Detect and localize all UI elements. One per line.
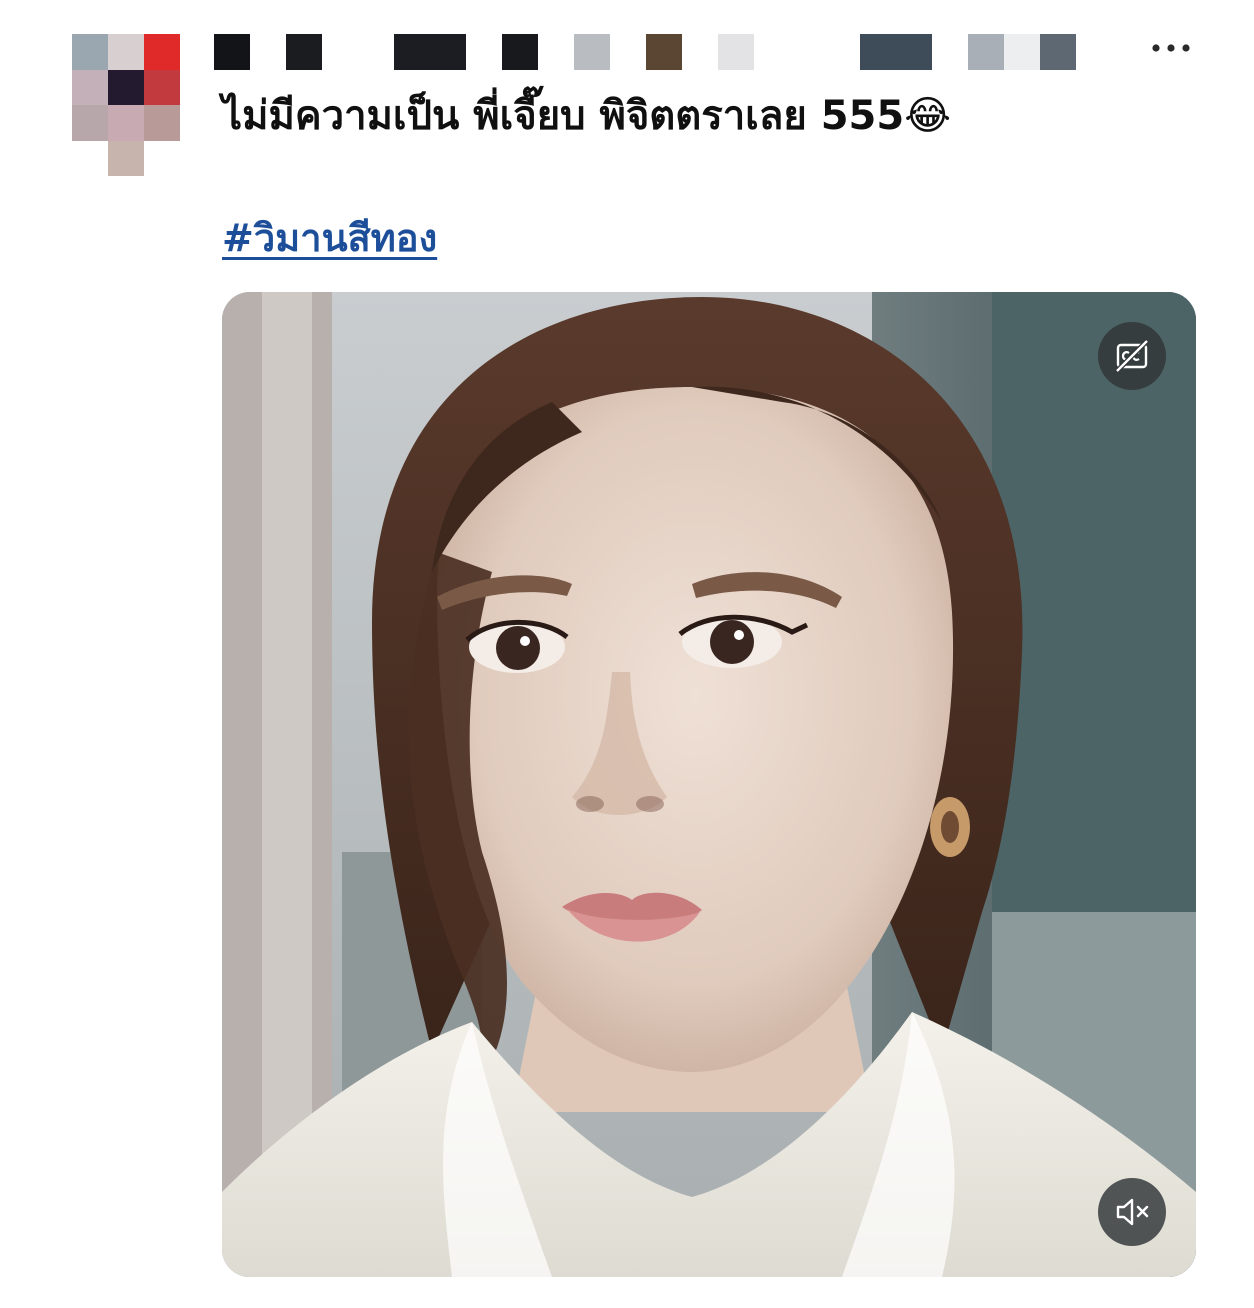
more-horizontal-icon [1152,44,1190,52]
post-card: ไม่มีความเป็น พี่เจี๊ยบ พิจิตตราเลย 555😂… [0,0,1254,1308]
avatar[interactable] [72,34,180,176]
mute-button[interactable] [1098,1178,1166,1246]
video-frame [222,292,1196,1277]
video-player[interactable] [222,292,1196,1277]
more-options-button[interactable] [1148,28,1194,68]
hashtag-link[interactable]: #วิมานสีทอง [222,210,437,266]
captions-button[interactable] [1098,322,1166,390]
volume-muted-icon [1116,1198,1149,1226]
captions-off-icon [1115,339,1149,373]
username-censored[interactable] [214,34,1094,74]
post-text: ไม่มีความเป็น พี่เจี๊ยบ พิจิตตราเลย 555😂 [222,93,951,139]
